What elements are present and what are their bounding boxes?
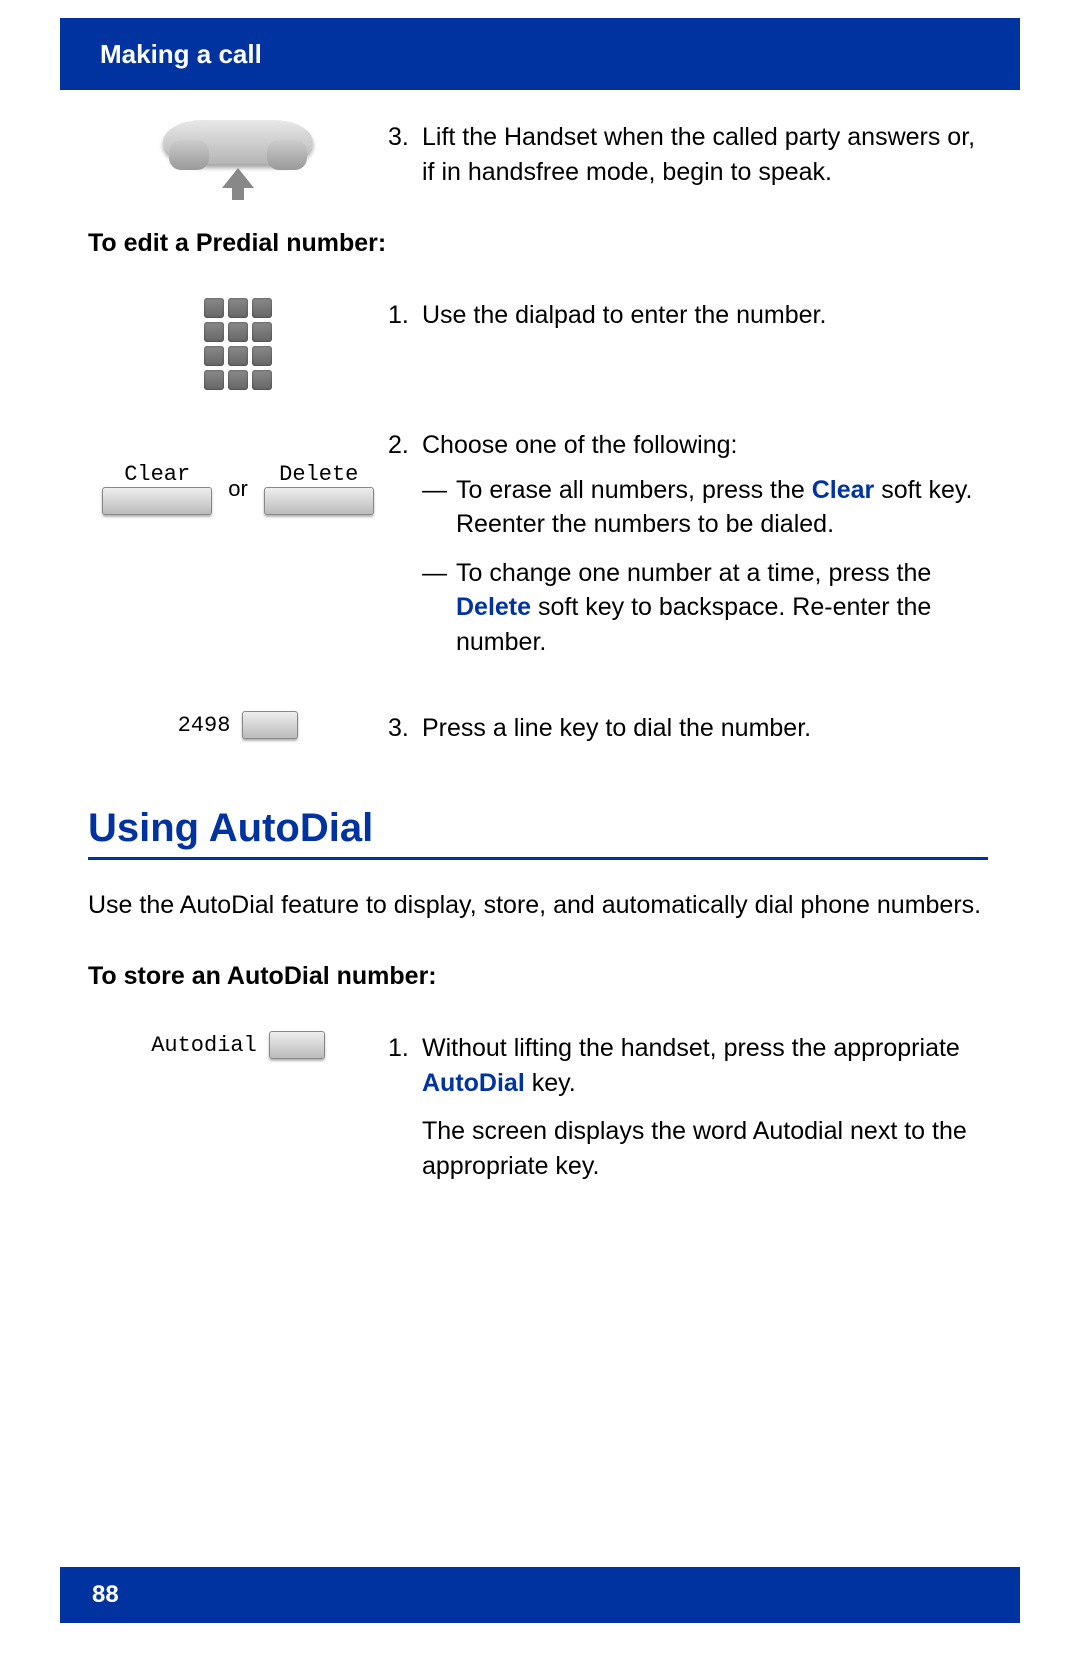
delete-term: Delete: [456, 593, 531, 621]
autodial-term: AutoDial: [422, 1069, 525, 1097]
step-row: 3. Lift the Handset when the called part…: [88, 120, 988, 189]
step-row: Clear or Delete 2. Choose one of the fol…: [88, 428, 988, 673]
icon-col: Autodial: [88, 1031, 388, 1059]
clear-label: Clear: [124, 462, 190, 487]
softkey-group: Clear or Delete: [102, 462, 374, 515]
lead-text: Choose one of the following:: [422, 431, 738, 459]
dash-body: To change one number at a time, press th…: [456, 556, 988, 660]
up-arrow-icon: [222, 168, 254, 188]
delete-label: Delete: [279, 462, 358, 487]
dash-mark: —: [422, 556, 456, 660]
step-row: 2498 3. Press a line key to dial the num…: [88, 711, 988, 746]
step-text: 1. Use the dialpad to enter the number.: [388, 298, 988, 333]
line-key-icon: [242, 711, 298, 739]
page-header: Making a call: [60, 18, 1020, 90]
dash-mark: —: [422, 473, 456, 542]
page-content: 3. Lift the Handset when the called part…: [88, 120, 988, 1221]
dash-item: — To erase all numbers, press the Clear …: [422, 473, 988, 542]
step-text: 3. Lift the Handset when the called part…: [388, 120, 988, 189]
list-body: Use the dialpad to enter the number.: [422, 298, 988, 333]
step-row: Autodial 1. Without lifting the handset,…: [88, 1031, 988, 1183]
dash-list: — To erase all numbers, press the Clear …: [422, 473, 988, 660]
handset-icon: [163, 120, 313, 164]
autodial-label: Autodial: [151, 1033, 257, 1058]
list-number: 1.: [388, 1031, 422, 1183]
text: To change one number at a time, press th…: [456, 559, 931, 587]
dash-body: To erase all numbers, press the Clear so…: [456, 473, 988, 542]
icon-col: [88, 120, 388, 188]
follow-text: The screen displays the word Autodial ne…: [422, 1117, 967, 1180]
list-number: 1.: [388, 298, 422, 333]
header-title: Making a call: [100, 39, 262, 70]
step-text: 1. Without lifting the handset, press th…: [388, 1031, 988, 1183]
icon-col: Clear or Delete: [88, 428, 388, 515]
icon-col: 2498: [88, 711, 388, 739]
section-title: Using AutoDial: [88, 806, 988, 851]
predial-heading: To edit a Predial number:: [88, 229, 988, 258]
clear-term: Clear: [812, 476, 875, 504]
list-number: 3.: [388, 120, 422, 189]
step-text: 3. Press a line key to dial the number.: [388, 711, 988, 746]
list-body: Without lifting the handset, press the a…: [422, 1031, 988, 1183]
autodial-key-group: Autodial: [151, 1031, 325, 1059]
lift-handset-icon: [163, 120, 313, 188]
line-key-group: 2498: [178, 711, 299, 739]
step-row: 1. Use the dialpad to enter the number.: [88, 298, 988, 390]
list-body: Choose one of the following: — To erase …: [422, 428, 988, 673]
dash-item: — To change one number at a time, press …: [422, 556, 988, 660]
autodial-intro: Use the AutoDial feature to display, sto…: [88, 888, 988, 923]
step-text: 2. Choose one of the following: — To era…: [388, 428, 988, 673]
softkey-button-icon: [264, 487, 374, 515]
softkey-button-icon: [102, 487, 212, 515]
page-number: 88: [92, 1581, 119, 1609]
page-footer: 88: [60, 1567, 1020, 1623]
delete-softkey: Delete: [264, 462, 374, 515]
line-number-label: 2498: [178, 713, 231, 738]
or-label: or: [228, 476, 248, 502]
list-number: 2.: [388, 428, 422, 673]
dialpad-icon: [204, 298, 272, 390]
autodial-heading: To store an AutoDial number:: [88, 962, 988, 991]
section-rule: [88, 857, 988, 860]
icon-col: [88, 298, 388, 390]
list-body: Lift the Handset when the called party a…: [422, 120, 988, 189]
text: key.: [525, 1069, 576, 1097]
text: Without lifting the handset, press the a…: [422, 1034, 960, 1062]
list-body: Press a line key to dial the number.: [422, 711, 988, 746]
line-key-icon: [269, 1031, 325, 1059]
clear-softkey: Clear: [102, 462, 212, 515]
list-number: 3.: [388, 711, 422, 746]
text: To erase all numbers, press the: [456, 476, 812, 504]
